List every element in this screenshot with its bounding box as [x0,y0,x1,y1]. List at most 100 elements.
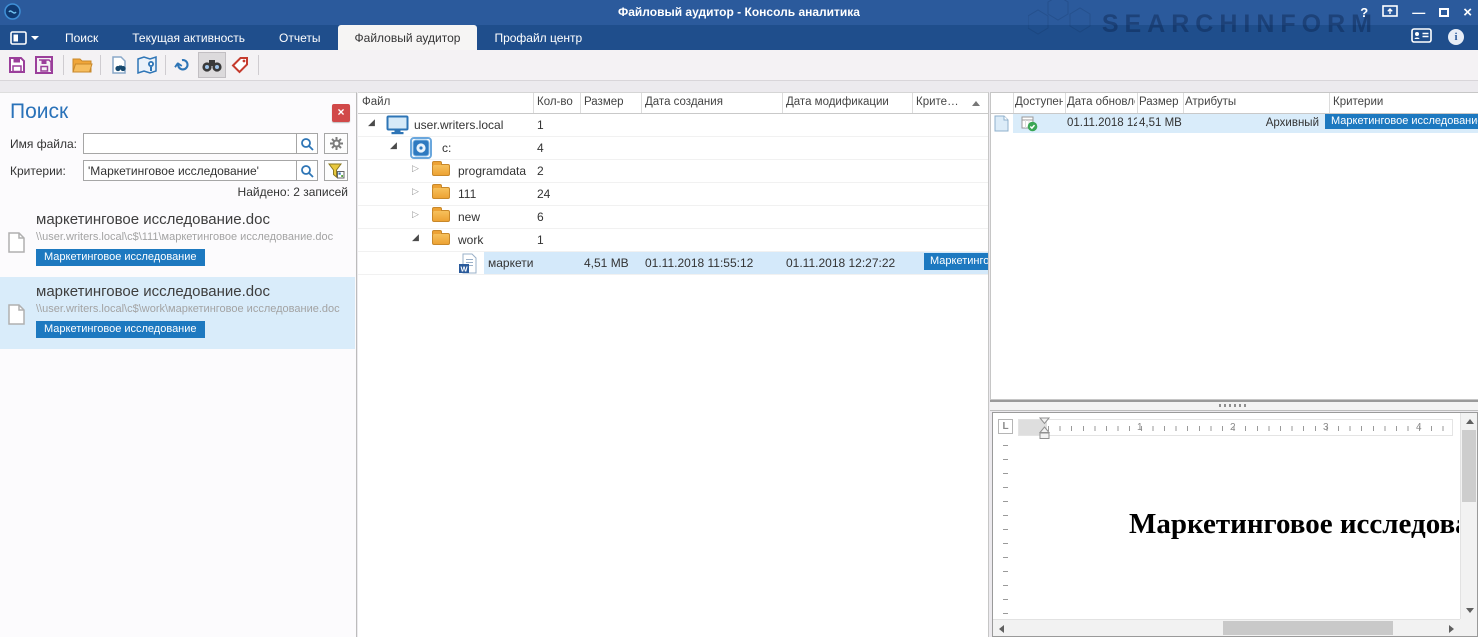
chevron-down-icon [31,36,39,40]
tab-poisk[interactable]: Поиск [48,25,115,50]
scroll-right-button[interactable] [1443,620,1460,637]
scroll-left-button[interactable] [993,620,1010,637]
expander-expanded-icon[interactable] [368,118,375,128]
scroll-up-button[interactable] [1461,413,1478,430]
tree-row-folder[interactable]: 111 24 [358,183,988,206]
tab-reports[interactable]: Отчеты [262,25,337,50]
filename-label: Имя файла: [10,137,77,151]
document-search-button[interactable] [105,52,133,78]
scrollbar-corner [1460,619,1477,636]
tab-file-auditor[interactable]: Файловый аудитор [338,25,478,50]
result-file-path: \\user.writers.local\c$\work\маркетингов… [36,303,355,315]
column-created[interactable]: Дата создания [645,96,723,108]
column-criteria[interactable]: Критерии [916,96,964,108]
expander-expanded-icon[interactable] [390,141,397,151]
tree-row-computer[interactable]: user.writers.local 1 [358,114,988,137]
app-menu-button[interactable] [0,25,48,50]
column-count[interactable]: Кол-во [537,96,573,108]
criteria-tag: Маркетинговое исследование [1325,114,1478,129]
filename-search-button[interactable] [296,133,318,154]
column-size[interactable]: Размер [584,96,624,108]
tabbar-right-icons: i [1411,28,1464,46]
document-icon [8,304,25,328]
tree-row-folder[interactable]: programdata 2 [358,160,988,183]
tab-current-activity[interactable]: Текущая активность [115,25,262,50]
vertical-scrollbar[interactable] [1460,413,1477,619]
open-folder-button[interactable] [68,52,96,78]
folder-icon [432,210,450,222]
toolbar: ↻ [0,50,1478,81]
search-results-list: маркетинговое исследование.doc \\user.wr… [0,205,355,349]
filename-input[interactable] [83,133,296,154]
word-document-icon: W [458,253,478,277]
layout-menu-icon [10,31,27,45]
size-value: 4,51 MB [1139,117,1182,129]
tab-stop-selector[interactable]: L [998,419,1013,434]
window-title: Файловый аудитор - Консоль аналитика [0,0,1478,25]
close-panel-button[interactable]: × [332,104,350,122]
minimize-button[interactable]: — [1412,0,1425,25]
criteria-input[interactable] [83,160,296,181]
document-icon [8,232,25,256]
column-attributes[interactable]: Атрибуты [1185,96,1236,108]
horizontal-splitter[interactable] [990,400,1478,411]
horizontal-scrollbar[interactable] [993,619,1460,636]
tree-row-file-selected[interactable]: W маркетинговое исследование.doc 4,51 MB… [358,252,988,275]
column-file[interactable]: Файл [362,96,390,108]
find-button[interactable] [198,52,226,78]
gear-icon [329,136,344,151]
dock-window-icon[interactable] [1382,0,1398,25]
document-text: Маркетинговое исследование [1129,508,1459,541]
horizontal-ruler: 1 2 3 4 [1018,419,1453,436]
tree-row-folder[interactable]: new 6 [358,206,988,229]
scroll-down-button[interactable] [1461,602,1478,619]
column-size[interactable]: Размер [1139,96,1179,108]
horizontal-scroll-thumb[interactable] [1223,621,1393,635]
save-all-button[interactable] [31,52,59,78]
computer-icon [386,115,409,138]
criteria-filter-button[interactable] [324,160,348,181]
binoculars-icon [201,57,223,73]
close-button[interactable]: × [1463,0,1472,25]
id-card-icon[interactable] [1411,28,1432,46]
expander-collapsed-icon[interactable] [412,164,419,174]
search-settings-button[interactable] [324,133,348,154]
expander-collapsed-icon[interactable] [412,210,419,220]
details-row-selected[interactable]: 01.11.2018 12:27:22 4,51 MB Архивный Мар… [991,114,1478,133]
search-icon [300,164,314,178]
search-result-item-selected[interactable]: маркетинговое исследование.doc \\user.wr… [0,277,355,349]
column-available[interactable]: Доступен [1015,96,1063,108]
tag-button[interactable] [226,52,254,78]
maximize-button[interactable] [1439,8,1449,17]
criteria-tag: Маркетинговое исследование [36,249,205,266]
vertical-ruler [998,445,1013,614]
toolbar-separator [63,55,64,75]
expander-expanded-icon[interactable] [412,233,419,243]
updated-value: 01.11.2018 12:27:22 [1067,117,1137,129]
refresh-icon: ↻ [171,53,197,77]
document-preview-panel: L 1 2 3 4 Маркетинговое исследование [992,412,1478,637]
refresh-button[interactable]: ↻ [170,52,198,78]
help-button[interactable]: ? [1360,0,1368,25]
info-icon[interactable]: i [1448,29,1464,45]
criteria-search-button[interactable] [296,160,318,181]
column-updated[interactable]: Дата обновления [1067,96,1135,108]
tree-row-folder[interactable]: work 1 [358,229,988,252]
sort-ascending-icon[interactable] [972,101,980,106]
search-panel: Поиск × Имя файла: Критерии: Найдено: 2 … [0,92,357,637]
column-modified[interactable]: Дата модификации [786,96,889,108]
expander-collapsed-icon[interactable] [412,187,419,197]
tree-row-disk-c[interactable]: c: 4 [358,137,988,160]
map-search-button[interactable] [133,52,161,78]
indent-marker[interactable] [1039,417,1050,443]
vertical-scroll-thumb[interactable] [1462,430,1476,502]
search-icon [300,137,314,151]
result-file-name: маркетинговое исследование.doc [36,211,355,228]
toolbar-separator [165,55,166,75]
folder-icon [432,233,450,245]
tab-profile-center[interactable]: Профайл центр [477,25,599,50]
save-button[interactable] [3,52,31,78]
search-result-item[interactable]: маркетинговое исследование.doc \\user.wr… [0,205,355,277]
svg-text:W: W [460,265,468,274]
column-criteria[interactable]: Критерии [1333,96,1383,108]
